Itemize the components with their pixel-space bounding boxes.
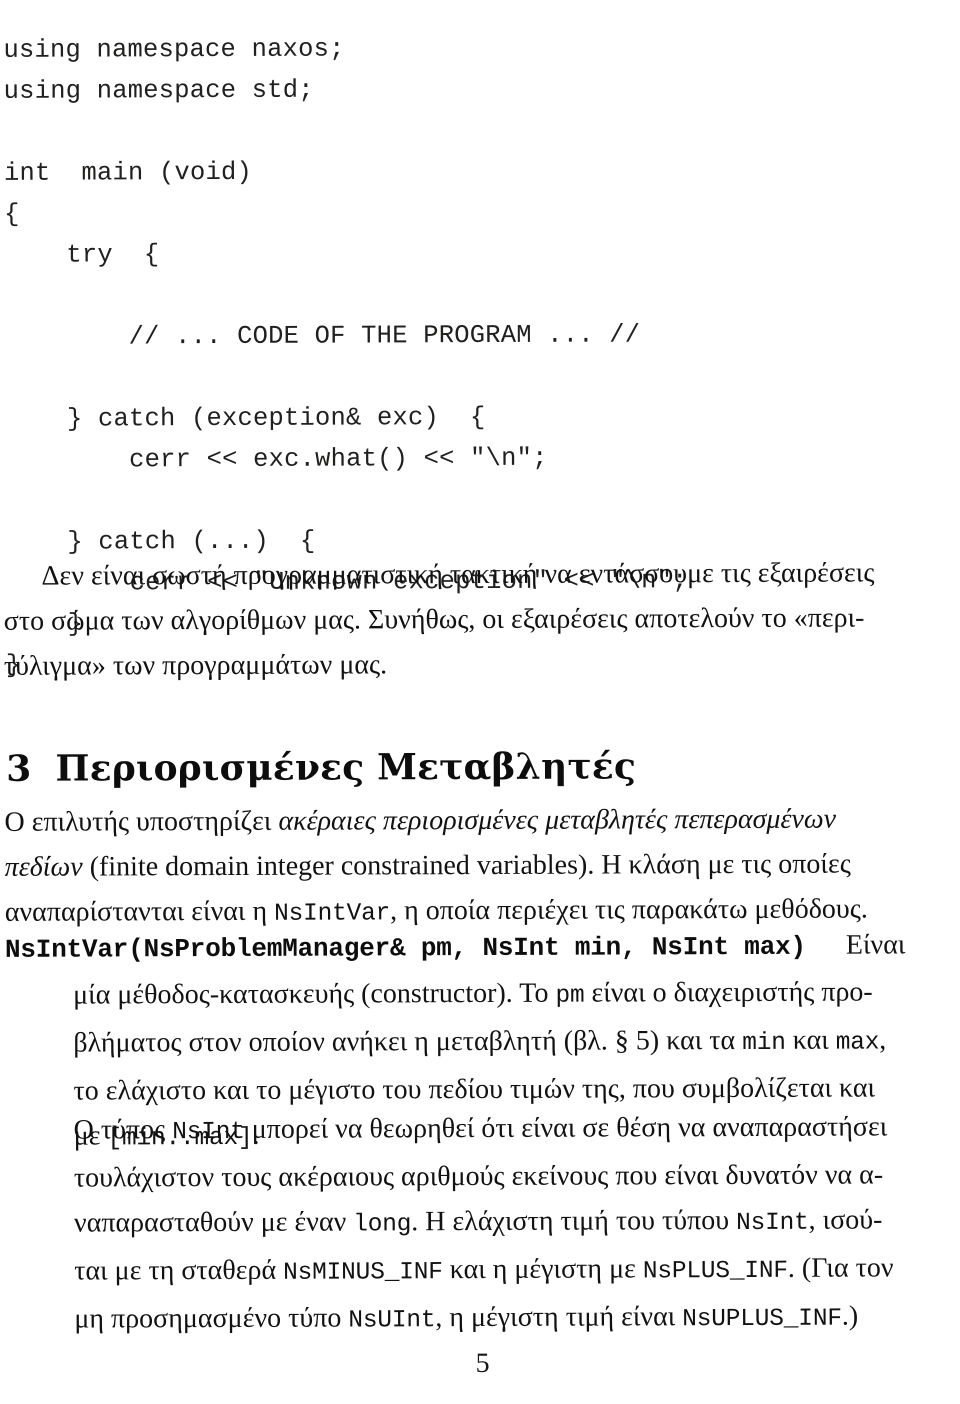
paragraph-line: πεδίων (finite domain integer constraine… — [5, 841, 957, 890]
signature-line: NsIntVar(NsProblemManager& pm, NsInt min… — [5, 922, 957, 973]
text-run: Ο τύπος — [73, 1114, 173, 1146]
code-run: NsPLUS_INF — [642, 1257, 788, 1286]
code-line-blank — [5, 354, 945, 399]
emphasis-run: πεδίων — [4, 851, 83, 883]
text-run: ται με τη σταθερά — [74, 1254, 284, 1287]
page-number: 5 — [475, 1347, 490, 1380]
paragraph-line: Ο τύπος NsInt μπορεί να θεωρηθεί ότι είν… — [74, 1104, 958, 1155]
text-run: μπορεί να θεωρηθεί ότι είναι σε θέση να … — [244, 1111, 888, 1145]
text-run: είναι ο διαχειριστής προ- — [584, 976, 873, 1009]
emphasis-run: ακέραιες περιορισμένες μεταβλητές πεπερα… — [278, 803, 837, 837]
text-run: . (Για τον — [787, 1252, 894, 1284]
text-run: , η οποία περιέχει τις παρακάτω μεθόδους… — [390, 893, 868, 927]
paragraph-line: ται με τη σταθερά NsMINUS_INF και η μέγι… — [74, 1245, 958, 1296]
section-heading: 3 Περιορισμένες Μεταβλητές — [6, 743, 636, 791]
text-run: , η μέγιστη τιμή είναι — [435, 1301, 683, 1334]
paragraph-line: ναπαρασταθούν με έναν long. Η ελάχιστη τ… — [74, 1197, 958, 1248]
code-line: // ... CODE OF THE PROGRAM ... // — [4, 319, 641, 352]
code-run: min — [742, 1029, 786, 1057]
text-run: . Η ελάχιστη τιμή του τύπου — [411, 1205, 737, 1238]
section-number: 3 — [6, 747, 32, 790]
text-run: αναπαρίστανται είναι η — [4, 895, 275, 928]
code-line: using namespace std; — [3, 75, 314, 106]
text-run: και — [785, 1024, 836, 1056]
code-line-blank — [5, 477, 945, 522]
paragraph-line: βλήματος στον οποίον ανήκει η μεταβλητή … — [73, 1017, 957, 1068]
code-run: max — [835, 1029, 880, 1057]
code-run: pm — [555, 982, 585, 1010]
code-run: NsInt — [736, 1209, 809, 1238]
section-title: Περιορισμένες Μεταβλητές — [55, 745, 637, 790]
text-run: βλήματος στον οποίον ανήκει η μεταβλητή … — [73, 1024, 743, 1059]
text-run: .) — [841, 1300, 859, 1332]
text-run: Ο επιλυτής υποστηρίζει — [4, 805, 279, 838]
text-run: μη προσημασμένο τύπο — [74, 1302, 349, 1335]
text-run: , — [879, 1024, 887, 1056]
code-line: cerr << exc.what() << "\n"; — [5, 443, 548, 475]
nsint-paragraph: Ο τύπος NsInt μπορεί να θεωρηθεί ότι είν… — [74, 1104, 959, 1344]
document-page: using namespace naxos; using namespace st… — [0, 0, 960, 1404]
code-line-blank — [4, 272, 944, 317]
code-run: long — [353, 1211, 412, 1239]
constructor-signature: NsIntVar(NsProblemManager& pm, NsInt min… — [4, 931, 806, 965]
code-run: NsUPLUS_INF — [682, 1305, 842, 1334]
intro-paragraph: Δεν είναι σωστή προγραμματιστική τακτική… — [3, 550, 956, 689]
solver-paragraph: Ο επιλυτής υποστηρίζει ακέραιες περιορισ… — [4, 796, 957, 938]
text-run: (finite domain integer constrained varia… — [82, 848, 851, 883]
paragraph-line: στο σώμα των αλγορίθμων μας. Συνήθως, οι… — [3, 602, 865, 637]
text-run: ναπαρασταθούν με έναν — [73, 1206, 354, 1239]
code-line: try { — [4, 239, 160, 270]
signature-tail-text: Είναι — [845, 929, 906, 961]
code-line: { — [4, 199, 20, 229]
code-line: } catch (exception& exc) { — [4, 402, 486, 434]
text-run: , ισού- — [808, 1204, 883, 1236]
code-run: NsUInt — [348, 1307, 436, 1335]
code-line-blank — [4, 108, 944, 153]
paragraph-line: Δεν είναι σωστή προγραμματιστική τακτική… — [41, 557, 875, 592]
text-run: και η μέγιστη με — [442, 1253, 643, 1286]
paragraph-line: Ο επιλυτής υποστηρίζει ακέραιες περιορισ… — [4, 796, 956, 845]
code-line: using namespace naxos; — [3, 34, 345, 65]
paragraph-line: τουλάχιστον τους ακέραιους αριθμούς εκεί… — [73, 1159, 884, 1194]
code-run: NsInt — [172, 1118, 245, 1147]
text-run: μία μέθοδος-κατασκευής (constructor). Το — [73, 977, 556, 1011]
code-run: NsMINUS_INF — [283, 1259, 443, 1287]
paragraph-line: μία μέθοδος-κατασκευής (constructor). Το… — [73, 969, 957, 1020]
paragraph-line: μη προσημασμένο τύπο NsUInt, η μέγιστη τ… — [74, 1293, 958, 1344]
paragraph-line: τύλιγμα» των προγραμμάτων μας. — [3, 649, 388, 682]
code-line: int main (void) — [3, 157, 253, 188]
